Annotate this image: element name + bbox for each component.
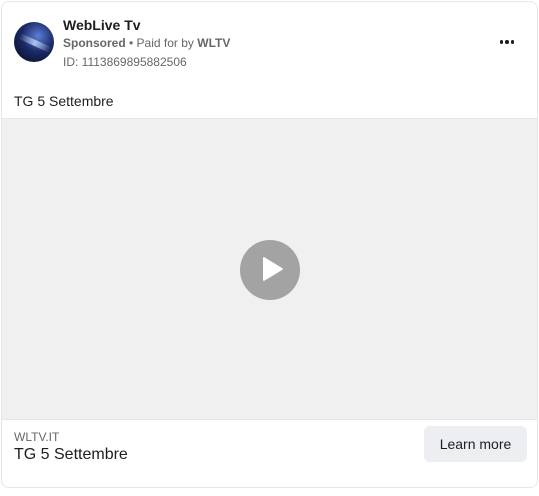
page-name[interactable]: WebLive Tv <box>63 17 141 33</box>
play-icon <box>263 257 283 281</box>
play-button[interactable] <box>240 240 300 300</box>
more-horizontal-icon <box>499 40 504 44</box>
sponsorship-line: Sponsored • Paid for by WLTV <box>63 36 230 50</box>
more-dot <box>510 40 515 44</box>
paid-for-prefix: Paid for by <box>136 36 198 50</box>
post-text: TG 5 Settembre <box>14 93 114 109</box>
meta-separator: • <box>125 36 137 50</box>
sponsored-label: Sponsored <box>63 36 126 50</box>
link-headline: TG 5 Settembre <box>14 446 128 463</box>
ad-card: WebLive Tv Sponsored • Paid for by WLTV … <box>1 1 538 488</box>
more-dot <box>505 40 509 44</box>
video-player[interactable] <box>2 118 537 419</box>
learn-more-button[interactable]: Learn more <box>424 426 527 462</box>
more-options-button[interactable] <box>493 30 521 54</box>
paid-for-name: WLTV <box>197 36 231 50</box>
link-domain: WLTV.IT <box>14 430 60 444</box>
link-footer[interactable]: WLTV.IT TG 5 Settembre Learn more <box>2 419 537 487</box>
avatar[interactable] <box>14 22 54 62</box>
ad-header: WebLive Tv Sponsored • Paid for by WLTV … <box>2 2 537 118</box>
ad-id: ID: 1113869895882506 <box>63 55 187 69</box>
